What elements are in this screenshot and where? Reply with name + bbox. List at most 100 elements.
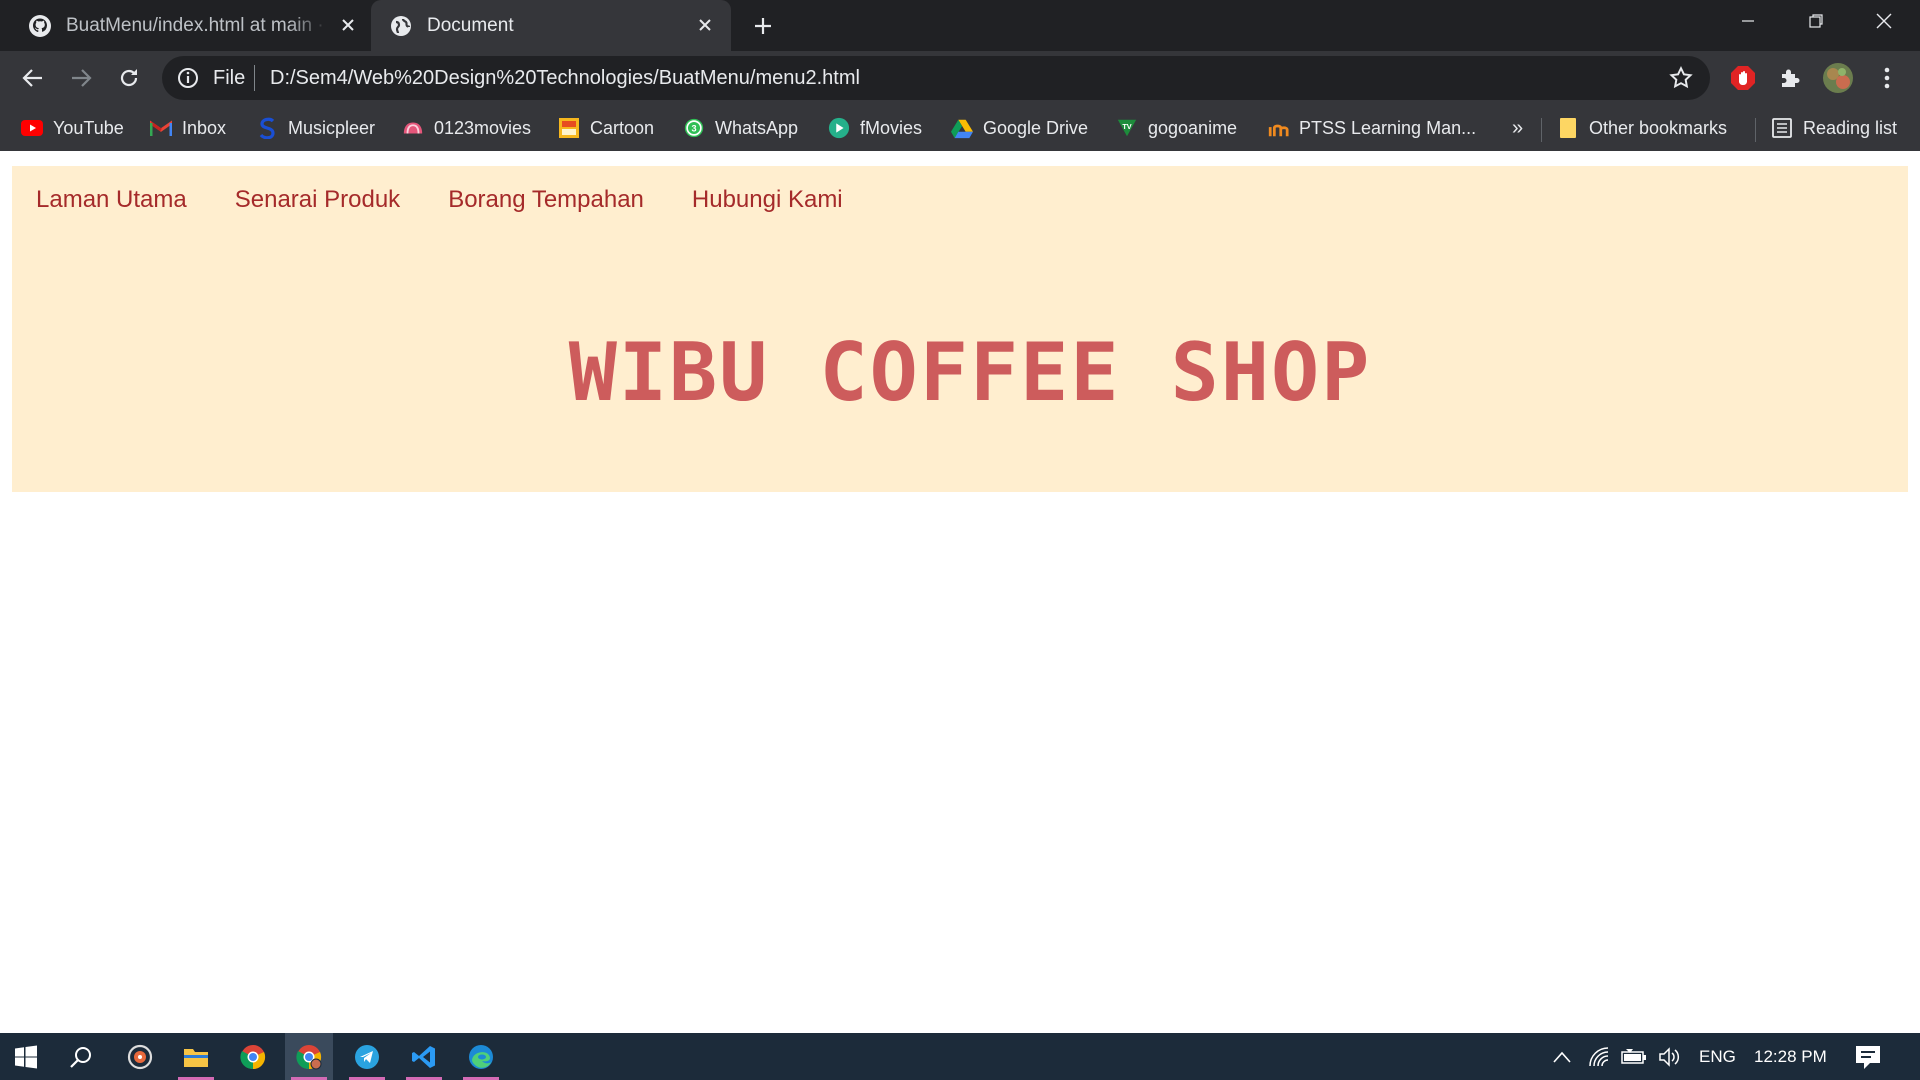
chevron-double-right-icon: » (1512, 116, 1524, 139)
back-button[interactable] (18, 63, 48, 93)
fmovies-icon (828, 117, 850, 139)
taskbar-app-chrome[interactable] (229, 1033, 277, 1080)
forward-button[interactable] (66, 63, 96, 93)
bookmark-ptss[interactable]: PTSS Learning Man... (1267, 113, 1476, 143)
battery-icon (1621, 1049, 1646, 1064)
taskbar-app-file-explorer[interactable] (172, 1033, 220, 1080)
edge-icon (469, 1044, 493, 1069)
divider (1755, 118, 1756, 142)
whatsapp-icon: 3 (683, 117, 705, 139)
profile-button[interactable] (1822, 62, 1854, 94)
gmail-icon (150, 117, 172, 139)
search-button[interactable] (57, 1033, 105, 1080)
globe-icon (391, 15, 411, 36)
bookmark-inbox[interactable]: Inbox (150, 113, 226, 143)
language-indicator[interactable]: ENG (1699, 1047, 1736, 1067)
address-bar[interactable]: File D:/Sem4/Web%20Design%20Technologies… (162, 56, 1710, 100)
taskbar-app-media[interactable] (116, 1033, 164, 1080)
extensions-button[interactable] (1774, 62, 1806, 94)
search-icon (70, 1046, 91, 1068)
volume-icon (1659, 1047, 1680, 1067)
bookmark-label: Inbox (182, 117, 227, 138)
bookmark-label: Other bookmarks (1589, 117, 1728, 138)
menu-button[interactable] (1871, 62, 1903, 94)
reading-list-icon (1771, 117, 1793, 139)
github-icon (29, 14, 51, 37)
folder-icon (184, 1048, 208, 1067)
bookmark-musicpleer[interactable]: Musicpleer (256, 113, 375, 143)
tab-close-icon[interactable] (335, 12, 361, 38)
bookmark-label: Google Drive (983, 117, 1089, 138)
restore-button[interactable] (1796, 6, 1836, 36)
taskbar-app-telegram[interactable] (343, 1033, 391, 1080)
bookmarks-overflow-button[interactable]: » (1512, 113, 1523, 143)
minimize-icon (1742, 20, 1754, 22)
folder-icon (1557, 117, 1579, 139)
clock[interactable]: 12:28 PM (1754, 1047, 1827, 1067)
volume-button[interactable] (1657, 1044, 1683, 1070)
0123movies-icon (402, 117, 424, 139)
nav-link-laman-utama[interactable]: Laman Utama (36, 186, 187, 214)
bookmark-google-drive[interactable]: Google Drive (951, 113, 1088, 143)
browser-toolbar: File D:/Sem4/Web%20Design%20Technologies… (0, 51, 1920, 105)
nav-link-senarai-produk[interactable]: Senarai Produk (235, 186, 400, 214)
page-viewport: Laman Utama Senarai Produk Borang Tempah… (0, 151, 1920, 1033)
bookmark-gogoanime[interactable]: TV gogoanime (1116, 113, 1237, 143)
musicpleer-icon (256, 117, 278, 139)
more-vertical-icon (1884, 67, 1890, 89)
adblock-extension-button[interactable] (1727, 62, 1759, 94)
close-window-button[interactable] (1864, 6, 1904, 36)
bookmark-youtube[interactable]: YouTube (21, 113, 124, 143)
tab-title: Document (427, 14, 514, 36)
tab-close-icon[interactable] (692, 12, 718, 38)
show-hidden-icons-button[interactable] (1549, 1044, 1575, 1070)
bookmark-label: WhatsApp (715, 117, 799, 138)
nav-link-hubungi-kami[interactable]: Hubungi Kami (692, 186, 843, 214)
bookmark-label: YouTube (53, 117, 124, 138)
close-icon (1876, 13, 1892, 29)
tab-github[interactable]: BuatMenu/index.html at main · Fi (0, 0, 368, 51)
divider (1541, 118, 1542, 142)
google-drive-icon (951, 117, 973, 139)
gogoanime-icon: TV (1116, 117, 1138, 139)
url-text[interactable]: D:/Sem4/Web%20Design%20Technologies/Buat… (270, 67, 860, 90)
vscode-icon (412, 1045, 435, 1068)
page-title: WIBU COFFEE SHOP (568, 326, 1372, 419)
taskbar-app-edge[interactable] (457, 1033, 505, 1080)
bookmark-0123movies[interactable]: 0123movies (402, 113, 531, 143)
other-bookmarks-folder[interactable]: Other bookmarks (1557, 113, 1727, 143)
arrow-right-icon (72, 69, 92, 87)
reload-button[interactable] (114, 63, 144, 93)
ptss-icon (1267, 117, 1289, 139)
start-button[interactable] (2, 1033, 50, 1080)
windows-icon (15, 1045, 37, 1068)
minimize-button[interactable] (1728, 6, 1768, 36)
bookmark-fmovies[interactable]: fMovies (828, 113, 922, 143)
info-icon[interactable] (176, 66, 200, 90)
tab-document[interactable]: Document (371, 0, 731, 51)
divider (254, 65, 255, 91)
bookmark-whatsapp[interactable]: 3 WhatsApp (683, 113, 798, 143)
chrome-icon (240, 1044, 266, 1069)
bookmarks-bar: YouTube Inbox Musicpleer 0123movies Cart… (0, 105, 1920, 151)
avatar (1823, 63, 1853, 93)
network-button[interactable] (1587, 1044, 1613, 1070)
arrow-left-icon (22, 69, 42, 87)
adblock-icon (1731, 66, 1755, 90)
reading-list-button[interactable]: Reading list (1771, 113, 1897, 143)
new-tab-button[interactable] (748, 11, 778, 41)
nav-link-borang-tempahan[interactable]: Borang Tempahan (448, 186, 644, 214)
bookmark-label: fMovies (860, 117, 923, 138)
bookmark-label: PTSS Learning Man... (1299, 117, 1477, 138)
chevron-up-icon (1553, 1051, 1571, 1063)
tab-strip: BuatMenu/index.html at main · Fi Documen… (0, 0, 1920, 51)
star-icon[interactable] (1668, 65, 1694, 91)
battery-button[interactable] (1621, 1044, 1647, 1070)
taskbar-app-chrome-profile[interactable] (285, 1033, 333, 1080)
cartoon-icon (558, 117, 580, 139)
notification-icon[interactable] (1853, 1043, 1883, 1071)
restore-icon (1809, 14, 1823, 28)
bookmark-cartoon[interactable]: Cartoon (558, 113, 654, 143)
media-player-icon (127, 1044, 153, 1069)
taskbar-app-vscode[interactable] (400, 1033, 448, 1080)
